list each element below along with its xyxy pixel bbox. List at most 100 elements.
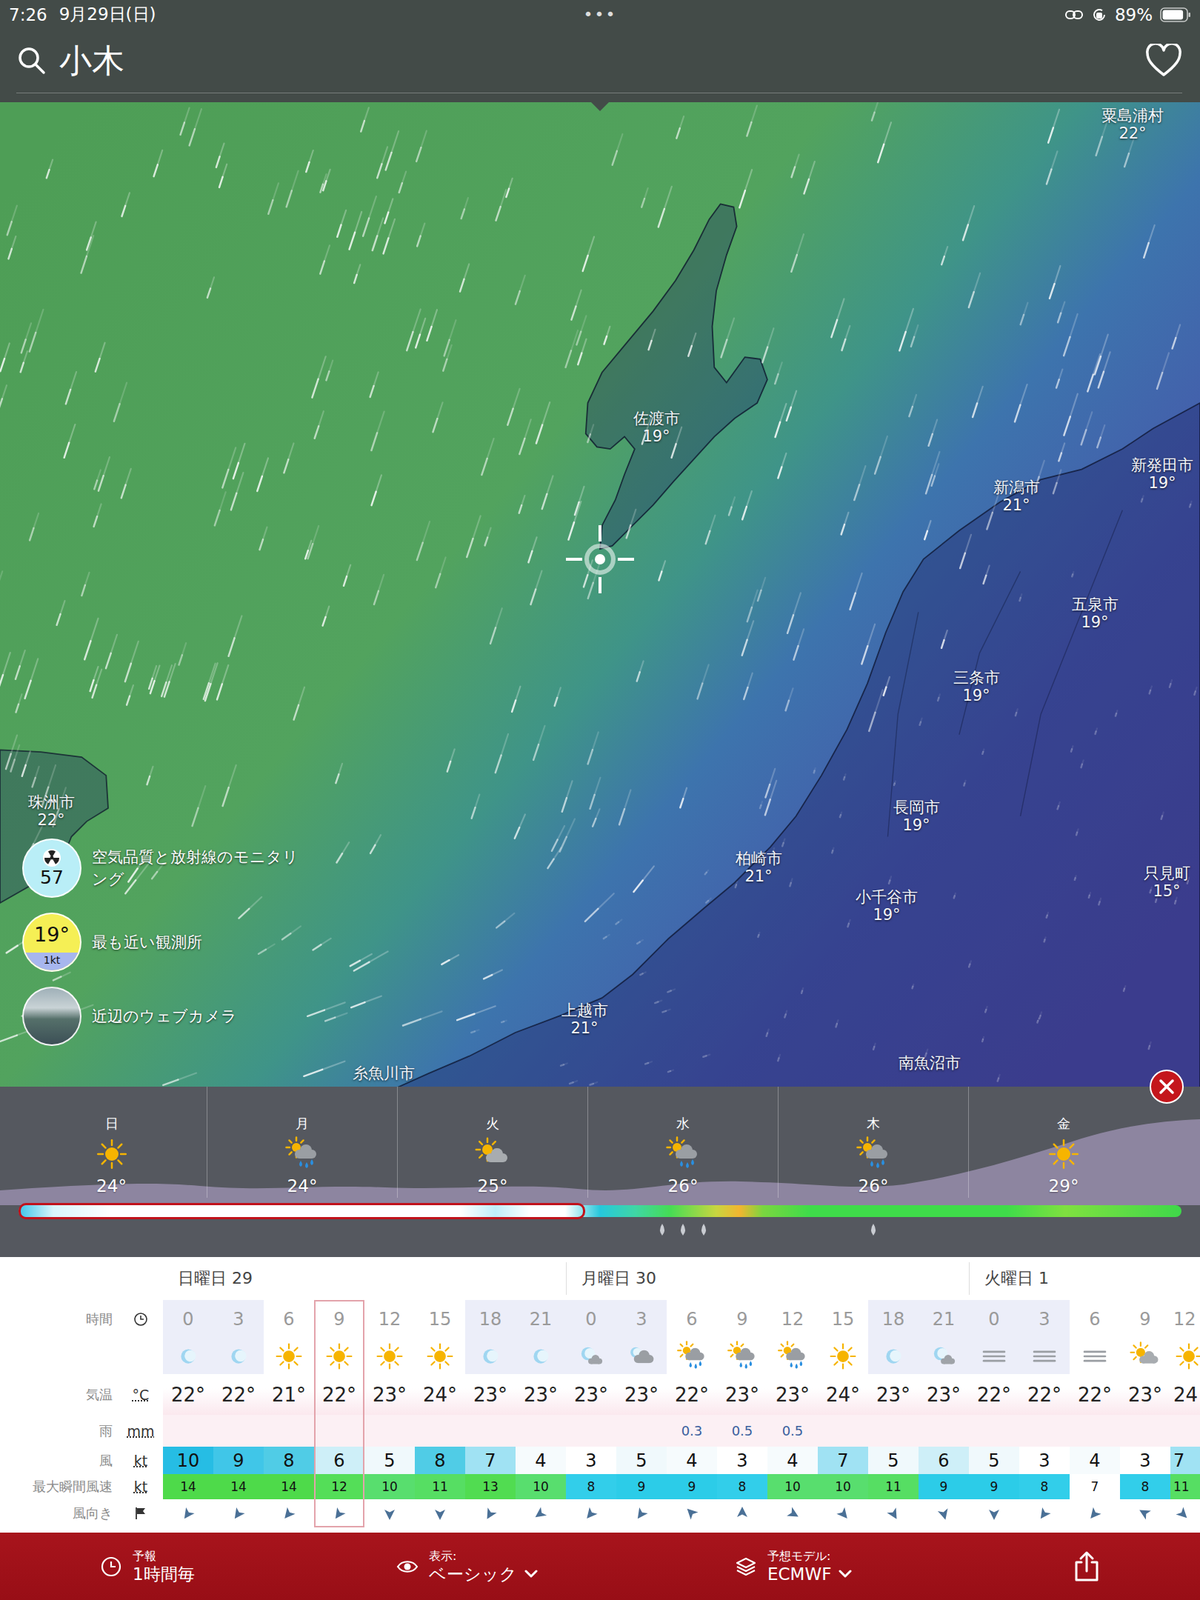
city-label[interactable]: 粟島浦村22° xyxy=(1101,106,1164,143)
city-name[interactable]: 新発田市 xyxy=(1131,456,1194,475)
city-name[interactable]: 南魚沼市 xyxy=(898,1054,961,1072)
city-label[interactable]: 佐渡市19° xyxy=(633,409,680,446)
city-label[interactable]: 只見町15° xyxy=(1143,864,1191,900)
overlay-label[interactable]: 最も近い観測所 xyxy=(91,931,315,954)
city-label[interactable]: 新発田市19° xyxy=(1131,456,1194,492)
webcam-photo[interactable] xyxy=(23,988,80,1045)
icon-cell[interactable] xyxy=(1170,1337,1200,1375)
city-name[interactable]: 小千谷市 xyxy=(855,888,918,906)
city-name[interactable]: 粟島浦村 xyxy=(1101,106,1164,125)
overlay-label[interactable]: 近辺のウェブカメラ xyxy=(91,1005,315,1028)
hour-cell[interactable]: 18 xyxy=(465,1300,516,1338)
city-name[interactable]: 五泉市 xyxy=(1071,595,1119,614)
day-name[interactable]: 水 xyxy=(676,1115,690,1132)
day-temp[interactable]: 24° xyxy=(96,1176,127,1196)
hour-cell[interactable]: 6 xyxy=(263,1300,315,1338)
icon-cell[interactable] xyxy=(565,1337,617,1375)
hour-cell[interactable]: 12 xyxy=(767,1300,818,1338)
toolbar-caption[interactable]: 予報 xyxy=(132,1548,195,1564)
eye-icon[interactable] xyxy=(396,1555,419,1578)
city-temp[interactable]: 19° xyxy=(633,427,680,446)
hour-cell[interactable]: 21 xyxy=(918,1300,969,1338)
day-name[interactable]: 金 xyxy=(1057,1115,1071,1132)
icon-cell[interactable] xyxy=(515,1337,566,1375)
icon-cell[interactable] xyxy=(414,1337,466,1375)
hour-cell[interactable]: 21 xyxy=(515,1300,566,1338)
city-label[interactable]: 柏崎市21° xyxy=(735,849,783,886)
icon-cell[interactable] xyxy=(162,1337,214,1375)
hour-cell[interactable]: 15 xyxy=(817,1300,869,1338)
city-name[interactable]: 只見町 xyxy=(1143,864,1191,883)
day-temp[interactable]: 25° xyxy=(477,1176,509,1196)
hour-cell[interactable]: 12 xyxy=(1170,1300,1200,1338)
toolbar-caption[interactable]: 予想モデル: xyxy=(767,1548,852,1564)
hour-cell[interactable]: 18 xyxy=(868,1300,919,1338)
city-temp[interactable]: 21° xyxy=(993,496,1040,515)
city-label[interactable]: 三条市19° xyxy=(953,668,1000,705)
heart-icon[interactable] xyxy=(1145,43,1183,78)
icon-cell[interactable] xyxy=(263,1337,315,1375)
day-temp[interactable]: 24° xyxy=(287,1176,318,1196)
city-name[interactable]: 糸魚川市 xyxy=(352,1064,415,1083)
city-name[interactable]: 長岡市 xyxy=(893,798,940,817)
crosshair-icon[interactable] xyxy=(562,522,638,597)
city-temp[interactable]: 15° xyxy=(1143,882,1191,900)
city-name[interactable]: 三条市 xyxy=(953,668,1000,687)
city-label[interactable]: 小千谷市19° xyxy=(855,888,918,924)
day-column[interactable]: 月 24° xyxy=(206,1086,398,1198)
city-temp[interactable]: 19° xyxy=(1131,474,1194,492)
search-icon[interactable] xyxy=(16,45,48,77)
hour-cell[interactable]: 6 xyxy=(1069,1300,1120,1338)
city-label[interactable]: 珠洲市22° xyxy=(28,793,75,829)
map[interactable]: 粟島浦村22°佐渡市19°新潟市21°新発田市19°五泉市19°三条市19°長岡… xyxy=(0,102,1200,1087)
hour-cell[interactable]: 9 xyxy=(717,1300,768,1338)
toolbar-button[interactable]: 表示:ベーシック xyxy=(396,1548,735,1585)
icon-cell[interactable] xyxy=(1019,1337,1070,1375)
toolbar-value[interactable]: 1時間毎 xyxy=(132,1563,195,1585)
timeline-selection[interactable] xyxy=(18,1202,586,1220)
city-label[interactable]: 南魚沼市 xyxy=(898,1054,961,1072)
chevron-down-icon[interactable] xyxy=(838,1569,852,1579)
hour-cell[interactable]: 6 xyxy=(666,1300,718,1338)
hour-cell[interactable]: 15 xyxy=(414,1300,466,1338)
day-column[interactable]: 水26° xyxy=(587,1086,778,1198)
chevron-down-icon[interactable] xyxy=(524,1569,538,1579)
day-column[interactable]: 日24° xyxy=(16,1086,207,1198)
city-name[interactable]: 柏崎市 xyxy=(735,849,783,868)
hour-cell[interactable]: 3 xyxy=(213,1300,264,1338)
icon-cell[interactable] xyxy=(1069,1337,1120,1375)
toolbar-button[interactable]: 予報1時間毎 xyxy=(100,1548,397,1585)
day-name[interactable]: 月 xyxy=(295,1115,309,1132)
overlay-row[interactable]: 57空気品質と放射線のモニタリング xyxy=(22,838,315,898)
icon-cell[interactable] xyxy=(968,1337,1020,1375)
close-icon[interactable] xyxy=(1158,1078,1175,1095)
city-label[interactable]: 長岡市19° xyxy=(893,798,940,835)
day-column[interactable]: 火 25° xyxy=(397,1086,588,1198)
icon-cell[interactable] xyxy=(666,1337,718,1375)
city-temp[interactable]: 22° xyxy=(1101,124,1164,143)
hour-cell[interactable]: 9 xyxy=(1120,1300,1171,1338)
city-label[interactable]: 新潟市21° xyxy=(993,478,1040,515)
multitask-dots[interactable]: ••• xyxy=(583,5,618,24)
toolbar-value-text[interactable]: ECMWF xyxy=(767,1563,832,1585)
icon-cell[interactable] xyxy=(1120,1337,1171,1375)
icon-cell[interactable] xyxy=(364,1337,415,1375)
day-name[interactable]: 火 xyxy=(485,1115,500,1132)
hour-cell[interactable]: 3 xyxy=(616,1300,667,1338)
toolbar-value-text[interactable]: ベーシック xyxy=(428,1563,518,1585)
hour-cell[interactable]: 9 xyxy=(314,1300,365,1338)
share-icon[interactable] xyxy=(1071,1550,1102,1583)
icon-cell[interactable] xyxy=(817,1337,869,1375)
day-column[interactable]: 木26° xyxy=(777,1086,969,1198)
hour-cell[interactable]: 0 xyxy=(968,1300,1020,1338)
search-bar[interactable]: 小木 xyxy=(16,28,1183,94)
overlay-badge[interactable] xyxy=(22,986,82,1046)
day-column[interactable]: 金29° xyxy=(968,1086,1159,1198)
city-temp[interactable]: 19° xyxy=(953,686,1000,705)
icon-cell[interactable] xyxy=(918,1337,969,1375)
icon-cell[interactable] xyxy=(616,1337,667,1375)
day-name[interactable]: 木 xyxy=(866,1115,880,1132)
city-label[interactable]: 糸魚川市 xyxy=(352,1064,415,1083)
city-temp[interactable]: 19° xyxy=(855,905,918,924)
overlay-label[interactable]: 空気品質と放射線のモニタリング xyxy=(91,845,315,891)
